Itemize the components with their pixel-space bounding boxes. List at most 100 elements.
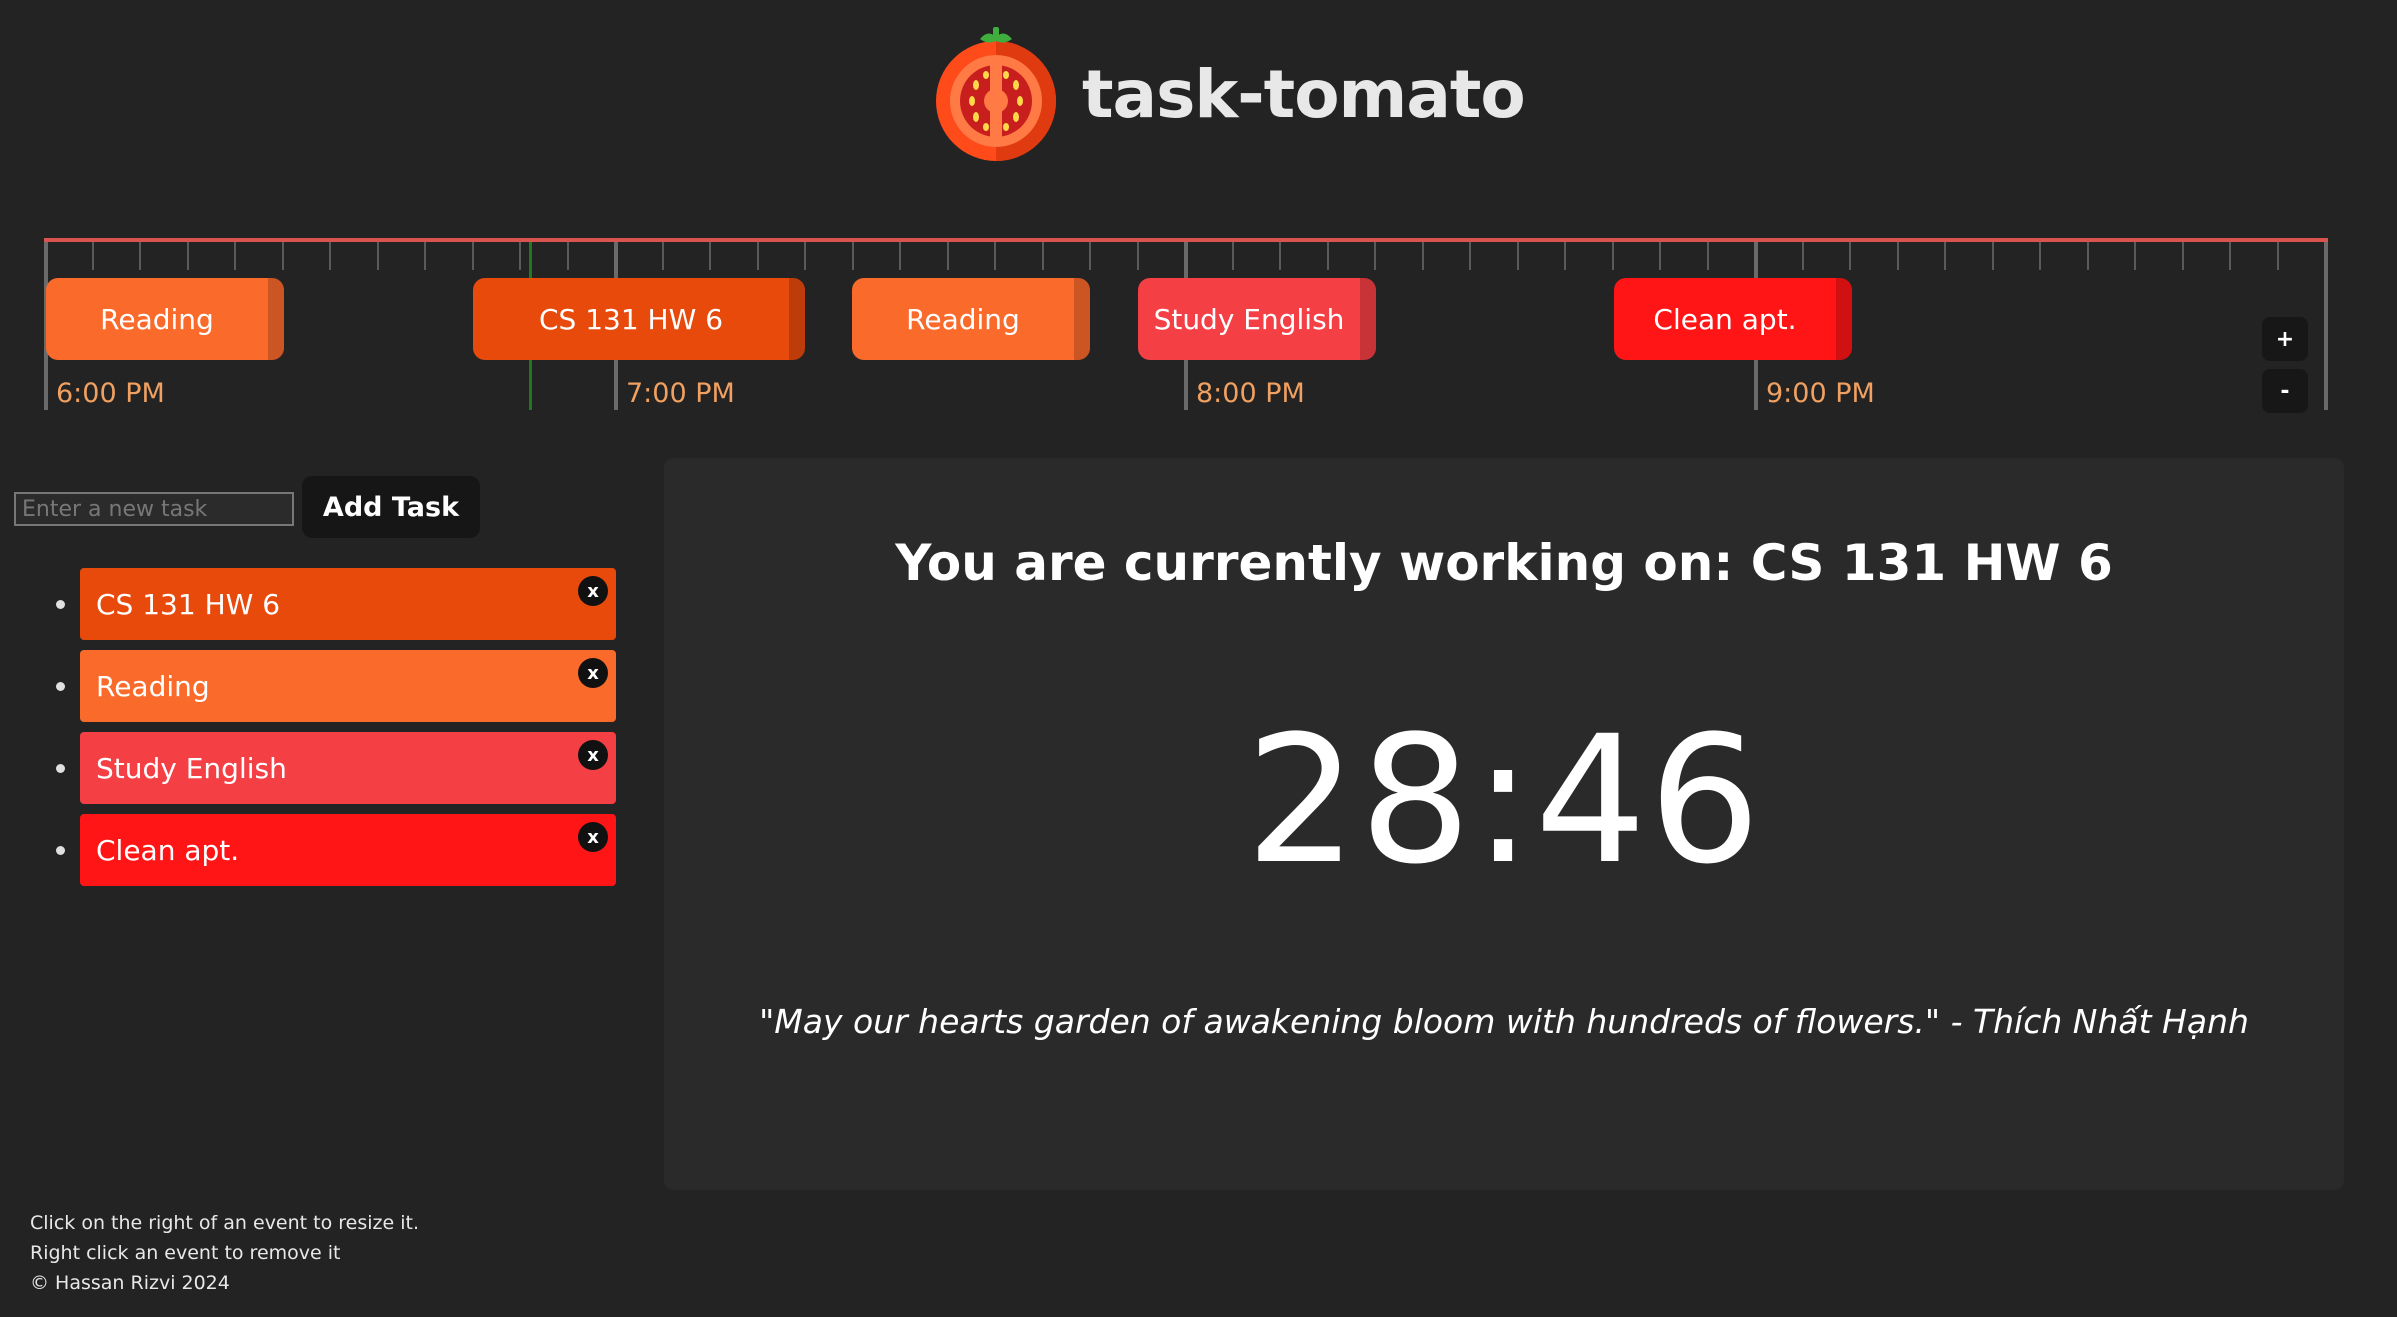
minor-tick — [2277, 242, 2279, 270]
bullet — [56, 846, 65, 855]
minor-tick — [139, 242, 141, 270]
event-label: Clean apt. — [1653, 302, 1797, 336]
minor-tick — [1944, 242, 1946, 270]
quote-text: "May our hearts garden of awakening bloo… — [759, 1002, 2249, 1041]
event-resize-handle[interactable] — [268, 278, 284, 360]
minor-tick — [899, 242, 901, 270]
app-page: task-tomato 6:00 PM 7:00 PM 8:00 PM 9:00… — [0, 0, 2397, 1317]
footer: Click on the right of an event to resize… — [30, 1208, 419, 1298]
minor-tick — [2087, 242, 2089, 270]
list-item: Reading x — [52, 650, 616, 722]
event-label: Reading — [906, 302, 1020, 336]
minor-tick — [1374, 242, 1376, 270]
minor-tick — [1422, 242, 1424, 270]
minor-tick — [2182, 242, 2184, 270]
minor-tick — [1707, 242, 1709, 270]
minor-tick — [804, 242, 806, 270]
task-label: CS 131 HW 6 — [96, 587, 281, 621]
minor-tick — [282, 242, 284, 270]
minor-tick — [2229, 242, 2231, 270]
minor-tick — [1564, 242, 1566, 270]
minor-tick — [519, 242, 521, 270]
event-label: Reading — [100, 302, 214, 336]
minor-tick — [2134, 242, 2136, 270]
app-header: task-tomato — [934, 24, 1526, 164]
help-text-resize: Click on the right of an event to resize… — [30, 1212, 419, 1234]
minor-tick — [1137, 242, 1139, 270]
bullet — [56, 764, 65, 773]
pomodoro-timer: 28:46 — [1245, 698, 1763, 903]
timeline[interactable]: 6:00 PM 7:00 PM 8:00 PM 9:00 PM Reading … — [44, 238, 2328, 414]
timeline-event[interactable]: Reading — [852, 278, 1090, 360]
list-item: Clean apt. x — [52, 814, 616, 886]
timeline-event[interactable]: Study English — [1138, 278, 1376, 360]
remove-task-button[interactable]: x — [578, 576, 608, 606]
minor-tick — [852, 242, 854, 270]
zoom-out-button[interactable]: - — [2262, 369, 2308, 413]
minor-tick — [1327, 242, 1329, 270]
task-list: CS 131 HW 6 x Reading x Study English x … — [52, 568, 616, 896]
hour-label: 9:00 PM — [1766, 378, 1875, 409]
remove-task-button[interactable]: x — [578, 740, 608, 770]
zoom-in-button[interactable]: + — [2262, 317, 2308, 361]
timeline-event[interactable]: Clean apt. — [1614, 278, 1852, 360]
minor-tick — [1897, 242, 1899, 270]
minor-tick — [947, 242, 949, 270]
hour-tick — [2324, 242, 2328, 410]
remove-task-button[interactable]: x — [578, 822, 608, 852]
minor-tick — [662, 242, 664, 270]
minor-tick — [92, 242, 94, 270]
event-label: CS 131 HW 6 — [538, 302, 724, 336]
bullet — [56, 600, 65, 609]
minor-tick — [234, 242, 236, 270]
event-resize-handle[interactable] — [1360, 278, 1376, 360]
event-resize-handle[interactable] — [1074, 278, 1090, 360]
timeline-event[interactable]: CS 131 HW 6 — [473, 278, 805, 360]
minor-tick — [1042, 242, 1044, 270]
remove-task-button[interactable]: x — [578, 658, 608, 688]
minor-tick — [472, 242, 474, 270]
event-label: Study English — [1153, 302, 1345, 336]
task-label: Clean apt. — [96, 833, 240, 867]
list-item: CS 131 HW 6 x — [52, 568, 616, 640]
minor-tick — [1279, 242, 1281, 270]
minor-tick — [187, 242, 189, 270]
event-resize-handle[interactable] — [789, 278, 805, 360]
minor-tick — [424, 242, 426, 270]
minor-tick — [329, 242, 331, 270]
timeline-event[interactable]: Reading — [46, 278, 284, 360]
app-title: task-tomato — [1082, 55, 1526, 133]
bullet — [56, 682, 65, 691]
list-item: Study English x — [52, 732, 616, 804]
new-task-input[interactable] — [14, 492, 294, 526]
minor-tick — [1517, 242, 1519, 270]
minor-tick — [1089, 242, 1091, 270]
minor-tick — [2039, 242, 2041, 270]
minor-tick — [1992, 242, 1994, 270]
current-task-heading: You are currently working on: CS 131 HW … — [895, 534, 2113, 592]
minor-tick — [567, 242, 569, 270]
task-card[interactable]: Reading x — [80, 650, 616, 722]
hour-label: 8:00 PM — [1196, 378, 1305, 409]
tomato-logo-icon — [936, 27, 1056, 161]
minor-tick — [1612, 242, 1614, 270]
hour-label: 7:00 PM — [626, 378, 735, 409]
focus-panel: You are currently working on: CS 131 HW … — [664, 458, 2344, 1190]
task-label: Study English — [96, 751, 287, 785]
hour-label: 6:00 PM — [56, 378, 165, 409]
help-text-remove: Right click an event to remove it — [30, 1242, 341, 1264]
minor-tick — [1469, 242, 1471, 270]
minor-tick — [994, 242, 996, 270]
minor-tick — [757, 242, 759, 270]
add-task-button[interactable]: Add Task — [302, 476, 480, 538]
minor-tick — [1802, 242, 1804, 270]
task-card[interactable]: CS 131 HW 6 x — [80, 568, 616, 640]
event-resize-handle[interactable] — [1836, 278, 1852, 360]
minor-tick — [1232, 242, 1234, 270]
task-label: Reading — [96, 669, 210, 703]
minor-tick — [1659, 242, 1661, 270]
copyright-text: © Hassan Rizvi 2024 — [30, 1272, 230, 1294]
task-card[interactable]: Clean apt. x — [80, 814, 616, 886]
minor-tick — [377, 242, 379, 270]
task-card[interactable]: Study English x — [80, 732, 616, 804]
